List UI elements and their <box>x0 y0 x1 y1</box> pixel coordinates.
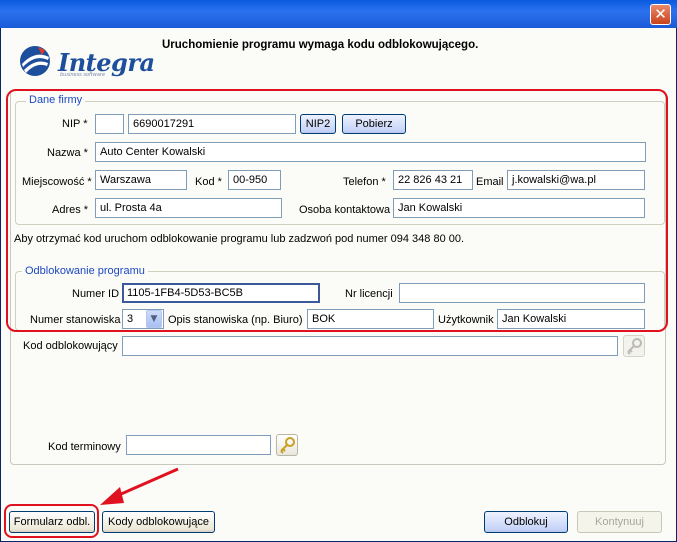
key-icon <box>280 437 295 454</box>
annotation-highlight-form-button <box>4 504 99 538</box>
unlock-codes-button[interactable]: Kody odblokowujące <box>102 511 215 533</box>
annotation-highlight-form <box>6 89 668 332</box>
logo-tagline: business software <box>60 72 106 78</box>
unlock-code-key-button[interactable] <box>623 335 645 357</box>
title-bar <box>0 0 677 28</box>
unlock-code-input[interactable] <box>122 336 618 356</box>
integra-logo-icon <box>20 46 50 76</box>
key-icon <box>627 338 642 355</box>
term-code-input[interactable] <box>126 435 271 455</box>
continue-button[interactable]: Kontynuuj <box>577 511 662 533</box>
close-button[interactable]: ✕ <box>650 4 671 25</box>
unlock-code-label: Kod odblokowujący <box>23 340 118 352</box>
dialog-heading: Uruchomienie programu wymaga kodu odblok… <box>162 39 479 51</box>
term-code-label: Kod terminowy <box>48 441 121 453</box>
unlock-button[interactable]: Odblokuj <box>484 511 568 533</box>
term-code-key-button[interactable] <box>276 434 298 456</box>
